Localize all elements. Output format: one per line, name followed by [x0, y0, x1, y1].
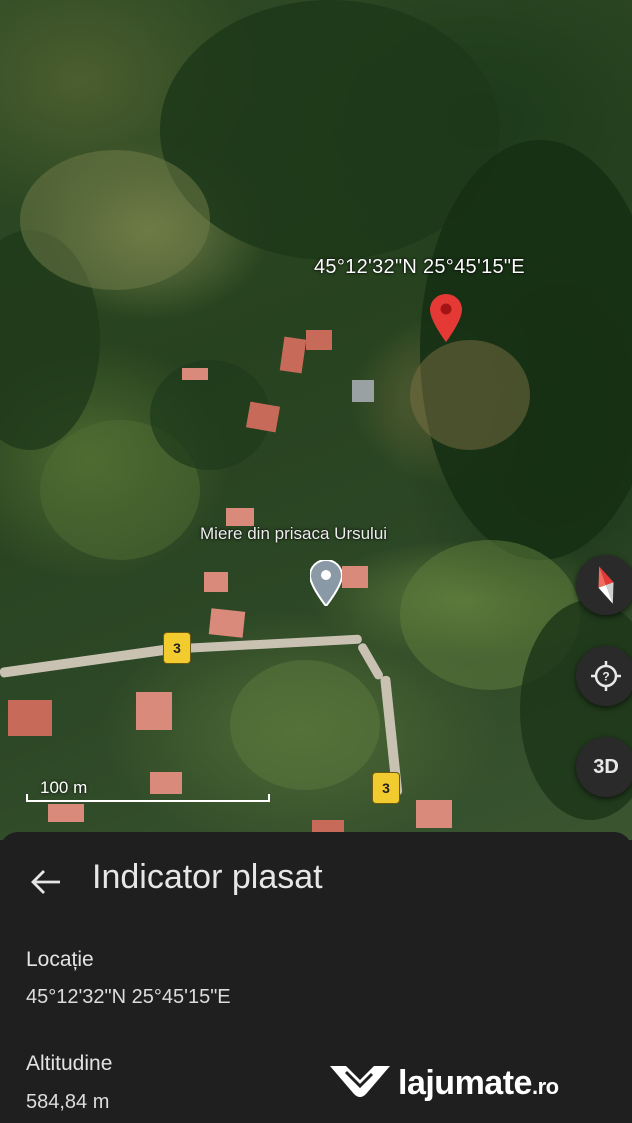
dropped-pin-icon[interactable]: [430, 294, 462, 342]
building: [182, 368, 208, 380]
location-label: Locație: [26, 948, 94, 971]
sheet-title: Indicator plasat: [92, 858, 323, 896]
building: [245, 401, 281, 433]
road: [181, 634, 362, 653]
road: [356, 641, 385, 681]
building: [306, 330, 332, 350]
my-location-button[interactable]: ?: [576, 646, 632, 706]
building: [8, 700, 52, 736]
route-shield: 3: [163, 632, 191, 664]
building: [352, 380, 374, 402]
map-scale: 100 m: [26, 778, 270, 804]
building: [342, 566, 368, 588]
svg-text:?: ?: [602, 670, 609, 684]
location-value[interactable]: 45°12'32"N 25°45'15"E: [26, 986, 231, 1009]
3d-view-button[interactable]: 3D: [576, 737, 632, 797]
altitude-value: 584,84 m: [26, 1091, 110, 1113]
location-target-icon: ?: [591, 661, 621, 691]
route-shield: 3: [372, 772, 400, 804]
road: [0, 641, 189, 678]
watermark-suffix: .ro: [531, 1074, 559, 1099]
building: [416, 800, 452, 828]
dropped-pin-sheet: Indicator plasat Locație 45°12'32"N 25°4…: [0, 832, 632, 1123]
compass-icon: [598, 566, 614, 604]
watermark-logo: lajumate.ro: [326, 1056, 616, 1106]
back-button[interactable]: [26, 862, 66, 902]
field-patch: [20, 150, 210, 290]
building: [204, 572, 228, 592]
compass-button[interactable]: [576, 555, 632, 615]
scale-bar: [26, 794, 270, 802]
back-arrow-icon: [31, 870, 60, 894]
place-label[interactable]: Miere din prisaca Ursului: [200, 524, 387, 544]
watermark-brand: lajumate.ro: [398, 1064, 559, 1102]
altitude-label: Altitudine: [26, 1052, 113, 1075]
building: [208, 608, 246, 638]
pin-coordinates-label: 45°12'32"N 25°45'15"E: [314, 256, 525, 278]
place-pin-icon[interactable]: [310, 560, 342, 606]
building: [136, 692, 172, 730]
satellite-map[interactable]: 45°12'32"N 25°45'15"E Miere din prisaca …: [0, 0, 632, 840]
handshake-logo-icon: [330, 1066, 390, 1097]
field-patch: [230, 660, 380, 790]
field-patch: [410, 340, 530, 450]
building: [279, 336, 307, 374]
building: [48, 804, 84, 822]
